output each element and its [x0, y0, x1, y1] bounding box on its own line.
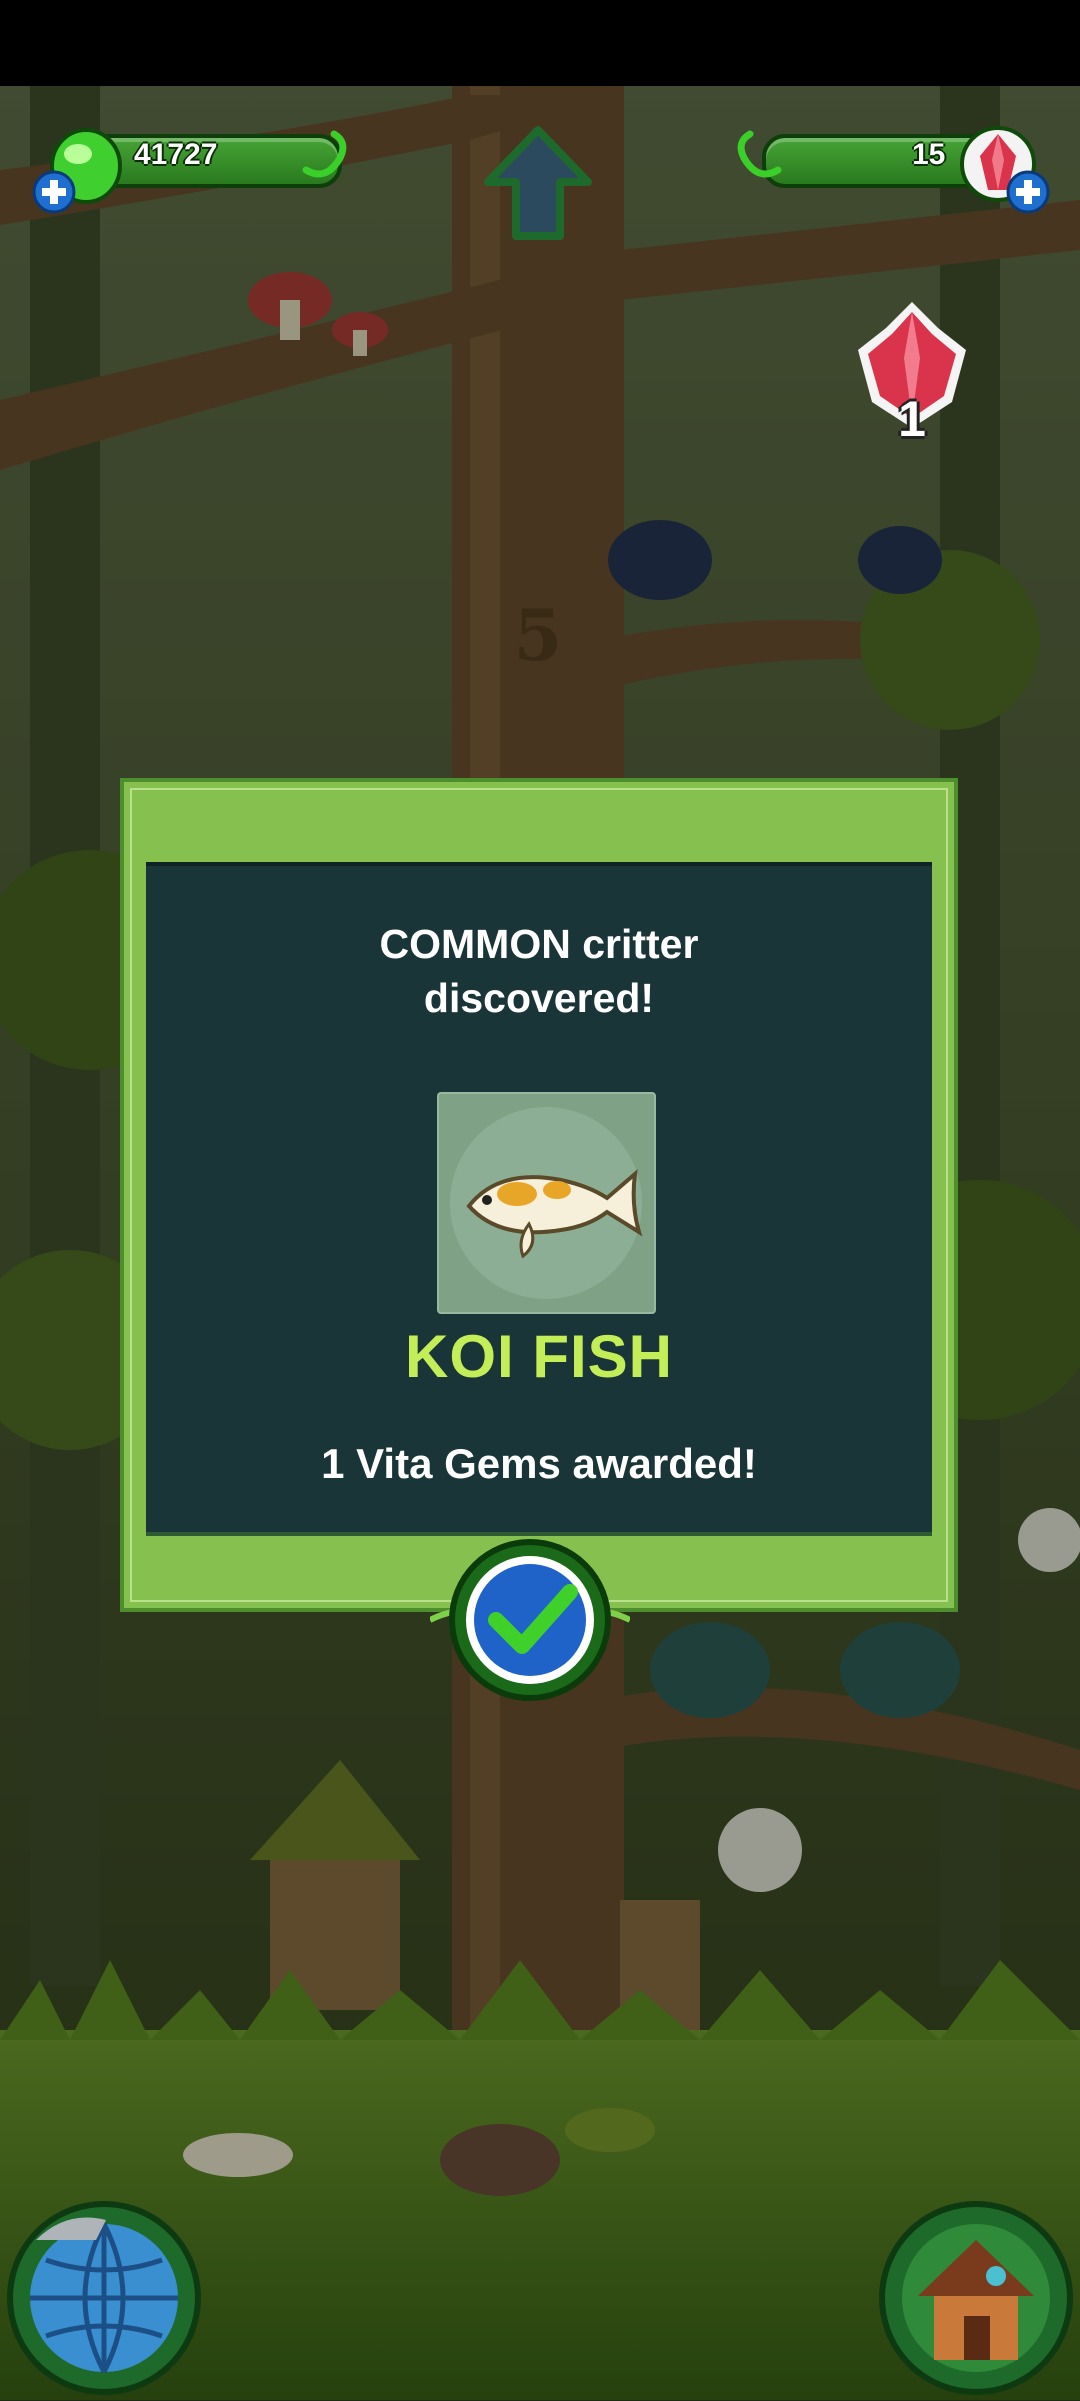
headline-line-2: discovered!	[423, 975, 655, 1021]
vine-ornament-icon	[732, 124, 784, 184]
add-gems-button[interactable]	[1006, 170, 1050, 214]
reward-text: 1 Vita Gems awarded!	[321, 1440, 757, 1487]
koi-fish-icon	[450, 1107, 643, 1299]
house-icon	[879, 2201, 1073, 2395]
critter-name: KOI FISH	[404, 1323, 673, 1390]
tree-level-number: 5	[514, 594, 563, 677]
world-map-button[interactable]	[6, 2200, 202, 2396]
add-vita-button[interactable]	[32, 170, 76, 214]
critter-portrait	[437, 1092, 656, 1314]
home-button[interactable]	[878, 2200, 1074, 2396]
gem-pickup[interactable]: 1	[852, 298, 972, 448]
headline-line-1: COMMON critter	[379, 921, 699, 967]
plus-icon	[32, 170, 76, 214]
critter-discovered-dialog: COMMON critter discovered! KOI FISH 1 Vi…	[120, 778, 958, 1612]
vita-count: 41727	[134, 138, 218, 171]
status-bar	[0, 0, 1080, 86]
scroll-up-button[interactable]	[482, 124, 594, 244]
confirm-button[interactable]	[428, 1530, 632, 1710]
plus-icon	[1006, 170, 1050, 214]
vine-ornament-icon	[300, 124, 352, 184]
dialog-headline: COMMON critter discovered!	[124, 917, 954, 1025]
checkmark-icon	[428, 1539, 632, 1701]
gem-pickup-count: 1	[898, 391, 926, 447]
gem-count: 15	[912, 138, 946, 171]
globe-icon	[7, 2201, 201, 2395]
up-arrow-icon	[484, 126, 592, 240]
